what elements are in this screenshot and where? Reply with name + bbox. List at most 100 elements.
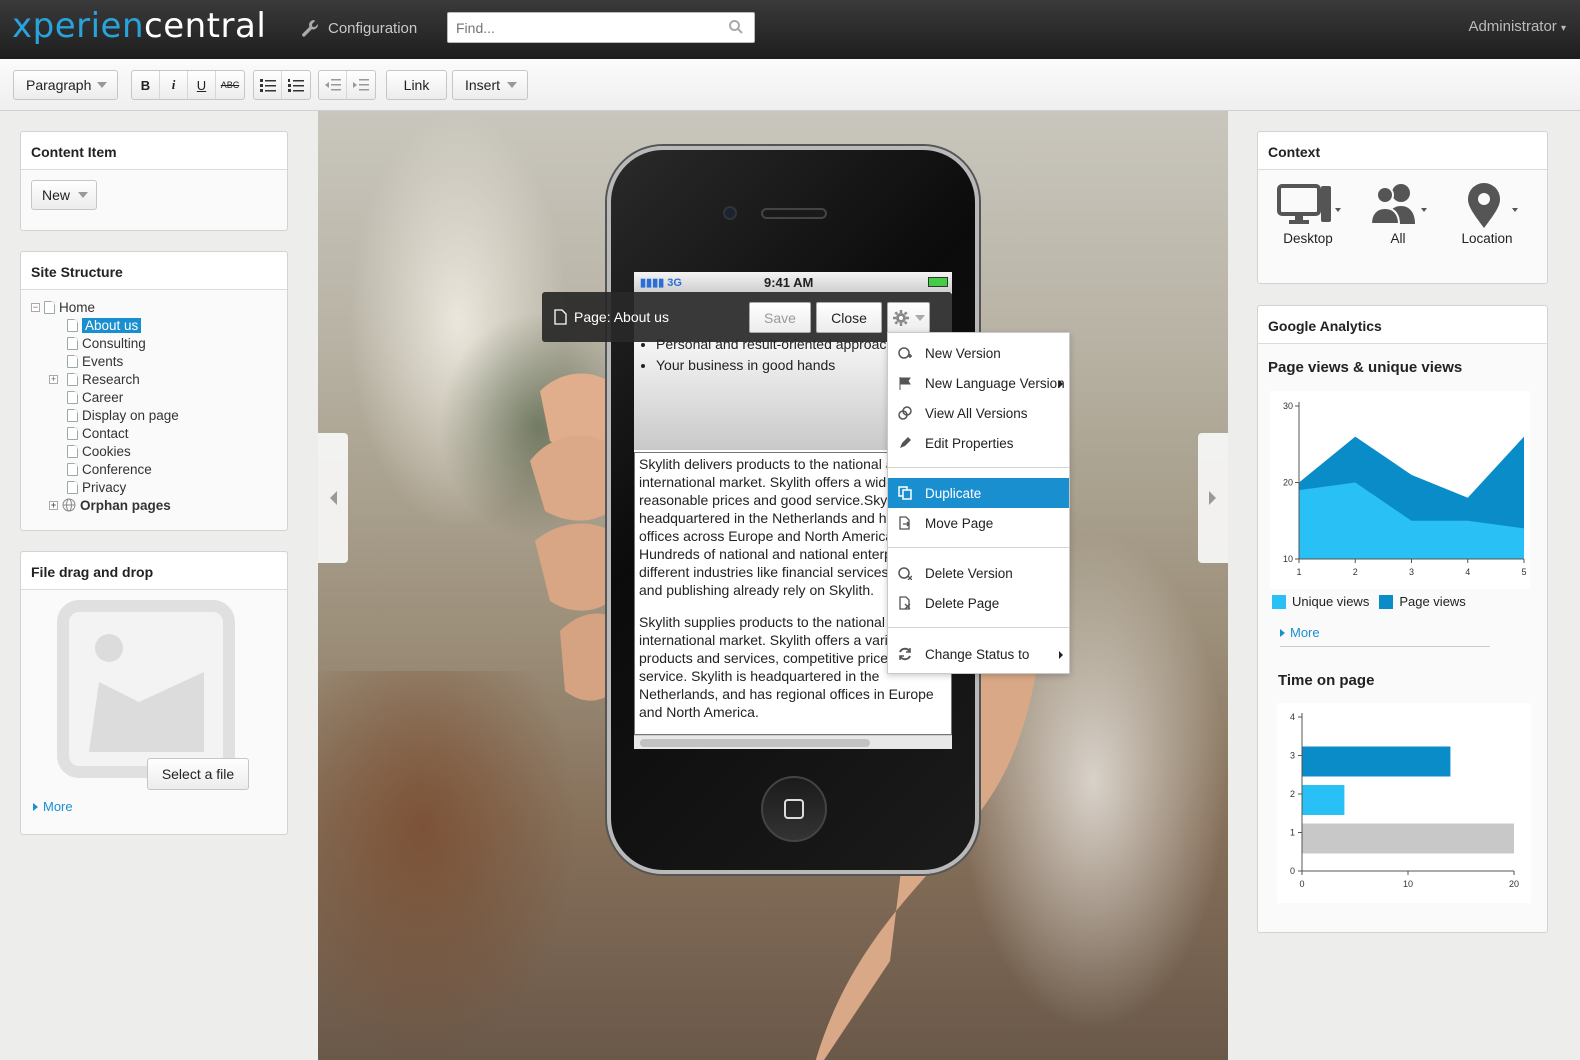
chevron-right-icon	[1209, 491, 1216, 505]
menu-item-new-version[interactable]: New Version	[888, 338, 1069, 368]
menu-item-new-language-version[interactable]: New Language Version	[888, 368, 1069, 398]
menu-item-move-page[interactable]: Move Page	[888, 508, 1069, 538]
logo[interactable]: xperiencentral	[12, 6, 266, 46]
menu-item-view-all-versions[interactable]: View All Versions	[888, 398, 1069, 428]
save-button[interactable]: Save	[749, 302, 811, 333]
tree-item[interactable]: Display on page	[67, 406, 179, 424]
status-icon	[899, 647, 911, 661]
tree-item-label: Cookies	[82, 443, 131, 459]
x-tick-label: 5	[1521, 567, 1526, 577]
x-tick-label: 20	[1509, 879, 1519, 889]
strikethrough-button[interactable]: ABC	[216, 71, 244, 99]
tree-item-label: Home	[59, 299, 96, 315]
context-desktop[interactable]: Desktop	[1273, 182, 1343, 246]
tree-item-label: Orphan pages	[80, 497, 171, 513]
indent-group	[318, 70, 376, 100]
paragraph-dropdown[interactable]: Paragraph	[13, 70, 118, 100]
menu-item-edit-properties[interactable]: Edit Properties	[888, 428, 1069, 458]
new-label: New	[42, 187, 71, 203]
divider	[1280, 646, 1490, 647]
search-icon[interactable]	[728, 19, 744, 35]
tree-item[interactable]: Privacy	[67, 478, 126, 496]
menu-item-delete-version[interactable]: Delete Version	[888, 558, 1069, 588]
expand-icon[interactable]: +	[49, 500, 58, 510]
configuration-link[interactable]: Configuration	[300, 18, 417, 38]
x-tick-label: 1	[1296, 567, 1301, 577]
submenu-arrow-icon	[1059, 651, 1063, 659]
users-icon	[1369, 184, 1427, 225]
tree-item[interactable]: + Orphan pages	[49, 496, 171, 514]
y-tick-label: 4	[1290, 712, 1295, 722]
versions-icon	[898, 406, 912, 420]
bold-button[interactable]: B	[132, 71, 160, 99]
more-link[interactable]: More	[33, 799, 73, 814]
horizontal-scrollbar[interactable]	[634, 735, 952, 749]
bullet-list-button[interactable]	[254, 71, 282, 99]
menu-item-duplicate[interactable]: Duplicate	[888, 478, 1069, 508]
numbered-list-button[interactable]	[282, 71, 310, 99]
tree-item[interactable]: Events	[67, 352, 123, 370]
more-label: More	[1290, 625, 1320, 640]
y-tick-label: 10	[1283, 554, 1293, 564]
menu-item-delete-page[interactable]: Delete Page	[888, 588, 1069, 618]
indent-button[interactable]	[347, 71, 375, 99]
underline-button[interactable]: U	[188, 71, 216, 99]
insert-dropdown[interactable]: Insert	[452, 70, 528, 100]
page-icon	[67, 408, 78, 422]
panel-title: Context	[1258, 132, 1547, 170]
select-file-button[interactable]: Select a file	[147, 758, 249, 790]
context-location[interactable]: Location	[1452, 182, 1522, 246]
tree-item[interactable]: Cookies	[67, 442, 131, 460]
tree-item-selected[interactable]: About us	[67, 316, 142, 334]
page-icon	[67, 462, 78, 476]
expand-icon	[33, 802, 38, 811]
new-version-icon	[898, 347, 912, 359]
tree-item[interactable]: Conference	[67, 460, 152, 478]
panel-title: Site Structure	[21, 252, 287, 290]
x-tick-label: 3	[1409, 567, 1414, 577]
link-button[interactable]: Link	[386, 70, 447, 100]
bar	[1302, 823, 1514, 854]
tree-item[interactable]: Career	[67, 388, 123, 406]
menu-item-label: Delete Page	[925, 595, 1000, 611]
search-input[interactable]	[447, 12, 755, 43]
bullet-list-icon	[259, 79, 276, 92]
configuration-label: Configuration	[328, 19, 418, 37]
tree-item[interactable]: Consulting	[67, 334, 146, 352]
globe-icon	[62, 498, 76, 512]
settings-dropdown-button[interactable]	[887, 302, 930, 333]
user-menu[interactable]: Administrator ▾	[1468, 18, 1566, 35]
previous-arrow[interactable]	[318, 433, 348, 563]
image-placeholder-icon[interactable]	[57, 600, 235, 778]
analytics-more-link[interactable]: More	[1280, 625, 1320, 640]
collapse-icon[interactable]: −	[31, 302, 40, 312]
new-content-dropdown[interactable]: New	[31, 180, 97, 210]
camera-icon	[723, 206, 737, 220]
y-tick-label: 30	[1283, 401, 1293, 411]
tree-item[interactable]: + Research	[49, 370, 140, 388]
next-arrow[interactable]	[1198, 433, 1228, 563]
close-button[interactable]: Close	[816, 302, 882, 333]
menu-item-change-status[interactable]: Change Status to	[888, 639, 1069, 669]
duplicate-icon	[898, 486, 912, 500]
more-label: More	[43, 799, 73, 814]
page-icon	[44, 300, 55, 314]
time-on-page-chart: 0 1 2 3 4 0 10 20	[1277, 703, 1531, 903]
expand-icon[interactable]: +	[49, 374, 58, 384]
tree-item[interactable]: − Home	[31, 298, 95, 316]
chart-legend: Unique views Page views	[1272, 594, 1466, 609]
italic-button[interactable]: i	[160, 71, 188, 99]
submenu-arrow-icon	[1059, 380, 1063, 388]
menu-item-label: View All Versions	[925, 405, 1028, 421]
legend-label: Unique views	[1292, 594, 1370, 609]
chevron-down-icon	[507, 82, 517, 88]
tree-item[interactable]: Contact	[67, 424, 129, 442]
chevron-down-icon	[914, 314, 925, 321]
page-icon	[67, 354, 78, 368]
numbered-list-icon	[288, 79, 304, 92]
tree-item-label: About us	[82, 317, 142, 333]
outdent-button[interactable]	[319, 71, 347, 99]
tree-item-label: Display on page	[82, 407, 179, 423]
panel-title: Google Analytics	[1258, 306, 1547, 344]
context-audience[interactable]: All	[1363, 182, 1433, 246]
